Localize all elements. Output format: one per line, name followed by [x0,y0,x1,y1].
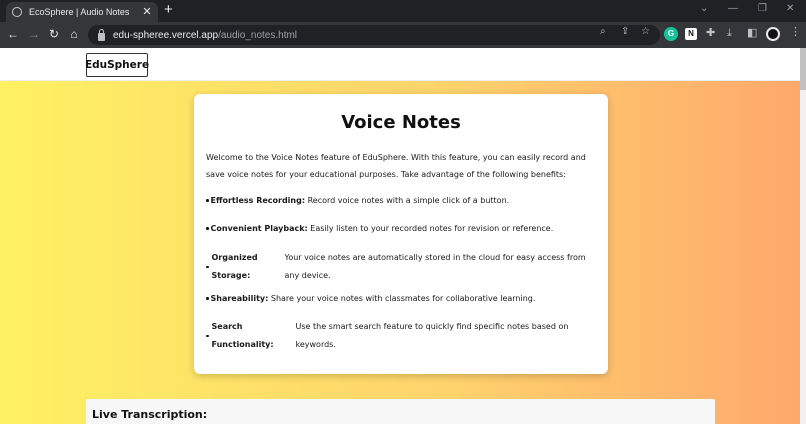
close-window-button[interactable]: ✕ [786,3,794,15]
new-tab-button[interactable]: + [164,2,173,17]
menu-kebab-icon[interactable]: ⋮ [790,26,801,38]
benefit-label: Organized Storage: [211,253,258,280]
benefit-desc: Easily listen to your recorded notes for… [310,224,554,233]
restore-button[interactable]: ❐ [758,3,767,15]
tab-close-icon[interactable]: ✕ [142,7,152,18]
url-host: edu-spheree.vercel.app [113,29,219,41]
back-button[interactable]: ← [6,27,20,41]
side-panel-icon[interactable]: ◧ [747,27,757,39]
lock-icon [98,28,105,41]
benefit-desc: Your voice notes are automatically store… [284,253,586,280]
download-icon[interactable]: ⤓ [727,27,732,39]
globe-icon [12,7,22,17]
transcription-heading: Live Transcription: [92,408,208,421]
notion-extension-icon[interactable]: N [685,28,697,40]
bullet-icon [206,199,209,202]
bullet-icon [206,334,209,338]
tab-search-icon[interactable]: ⌄ [700,3,708,15]
benefit-label: Search Functionality: [211,322,274,349]
scrollbar-thumb[interactable] [800,48,806,90]
voice-notes-card: Voice Notes Welcome to the Voice Notes f… [194,94,608,374]
site-navbar: EduSphere [0,48,800,81]
browser-toolbar: ← → ↻ ⌂ edu-spheree.vercel.app/audio_not… [0,22,806,48]
url-path: /audio_notes.html [218,29,298,41]
benefit-label: Shareability: [210,294,269,303]
profile-avatar[interactable] [766,27,780,41]
benefit-label: Effortless Recording: [210,196,306,205]
extensions-puzzle-icon[interactable]: ✚ [706,27,715,39]
bullet-icon [206,297,209,300]
benefit-item: Shareability: Share your voice notes wit… [206,291,596,308]
benefit-item: Organized Storage: Your voice notes are … [206,249,596,285]
browser-titlebar: EcoSphere | Audio Notes ✕ + ⌄ — ❐ ✕ [0,0,806,22]
address-bar[interactable]: edu-spheree.vercel.app/audio_notes.html [88,25,660,45]
benefit-desc: Record voice notes with a simple click o… [307,196,510,205]
benefit-item: Convenient Playback: Easily listen to yo… [206,221,596,238]
benefit-desc: Use the smart search feature to quickly … [295,322,569,349]
forward-button[interactable]: → [27,27,41,41]
share-icon[interactable]: ⇪ [621,26,629,38]
zoom-search-icon[interactable]: ⌕ [600,26,606,38]
bullet-icon [206,265,209,269]
bookmark-star-icon[interactable]: ☆ [641,26,650,38]
benefit-desc: Share your voice notes with classmates f… [270,294,536,303]
page-title: Voice Notes [341,112,461,133]
benefit-item: Effortless Recording: Record voice notes… [206,193,596,210]
browser-tab[interactable]: EcoSphere | Audio Notes ✕ [6,2,158,22]
grammarly-extension-icon[interactable]: G [664,27,678,41]
bullet-icon [206,227,209,230]
site-logo[interactable]: EduSphere [85,53,149,77]
page-viewport: EduSphere Voice Notes Welcome to the Voi… [0,48,806,424]
minimize-button[interactable]: — [728,3,738,15]
live-transcription-panel: Live Transcription: [86,399,715,424]
intro-paragraph: Welcome to the Voice Notes feature of Ed… [206,153,586,179]
page-scrollbar[interactable] [800,48,806,424]
benefit-item: Search Functionality: Use the smart sear… [206,318,596,354]
benefit-label: Convenient Playback: [210,224,308,233]
home-button[interactable]: ⌂ [67,27,81,41]
tab-title: EcoSphere | Audio Notes [29,7,130,17]
reload-button[interactable]: ↻ [47,27,61,41]
